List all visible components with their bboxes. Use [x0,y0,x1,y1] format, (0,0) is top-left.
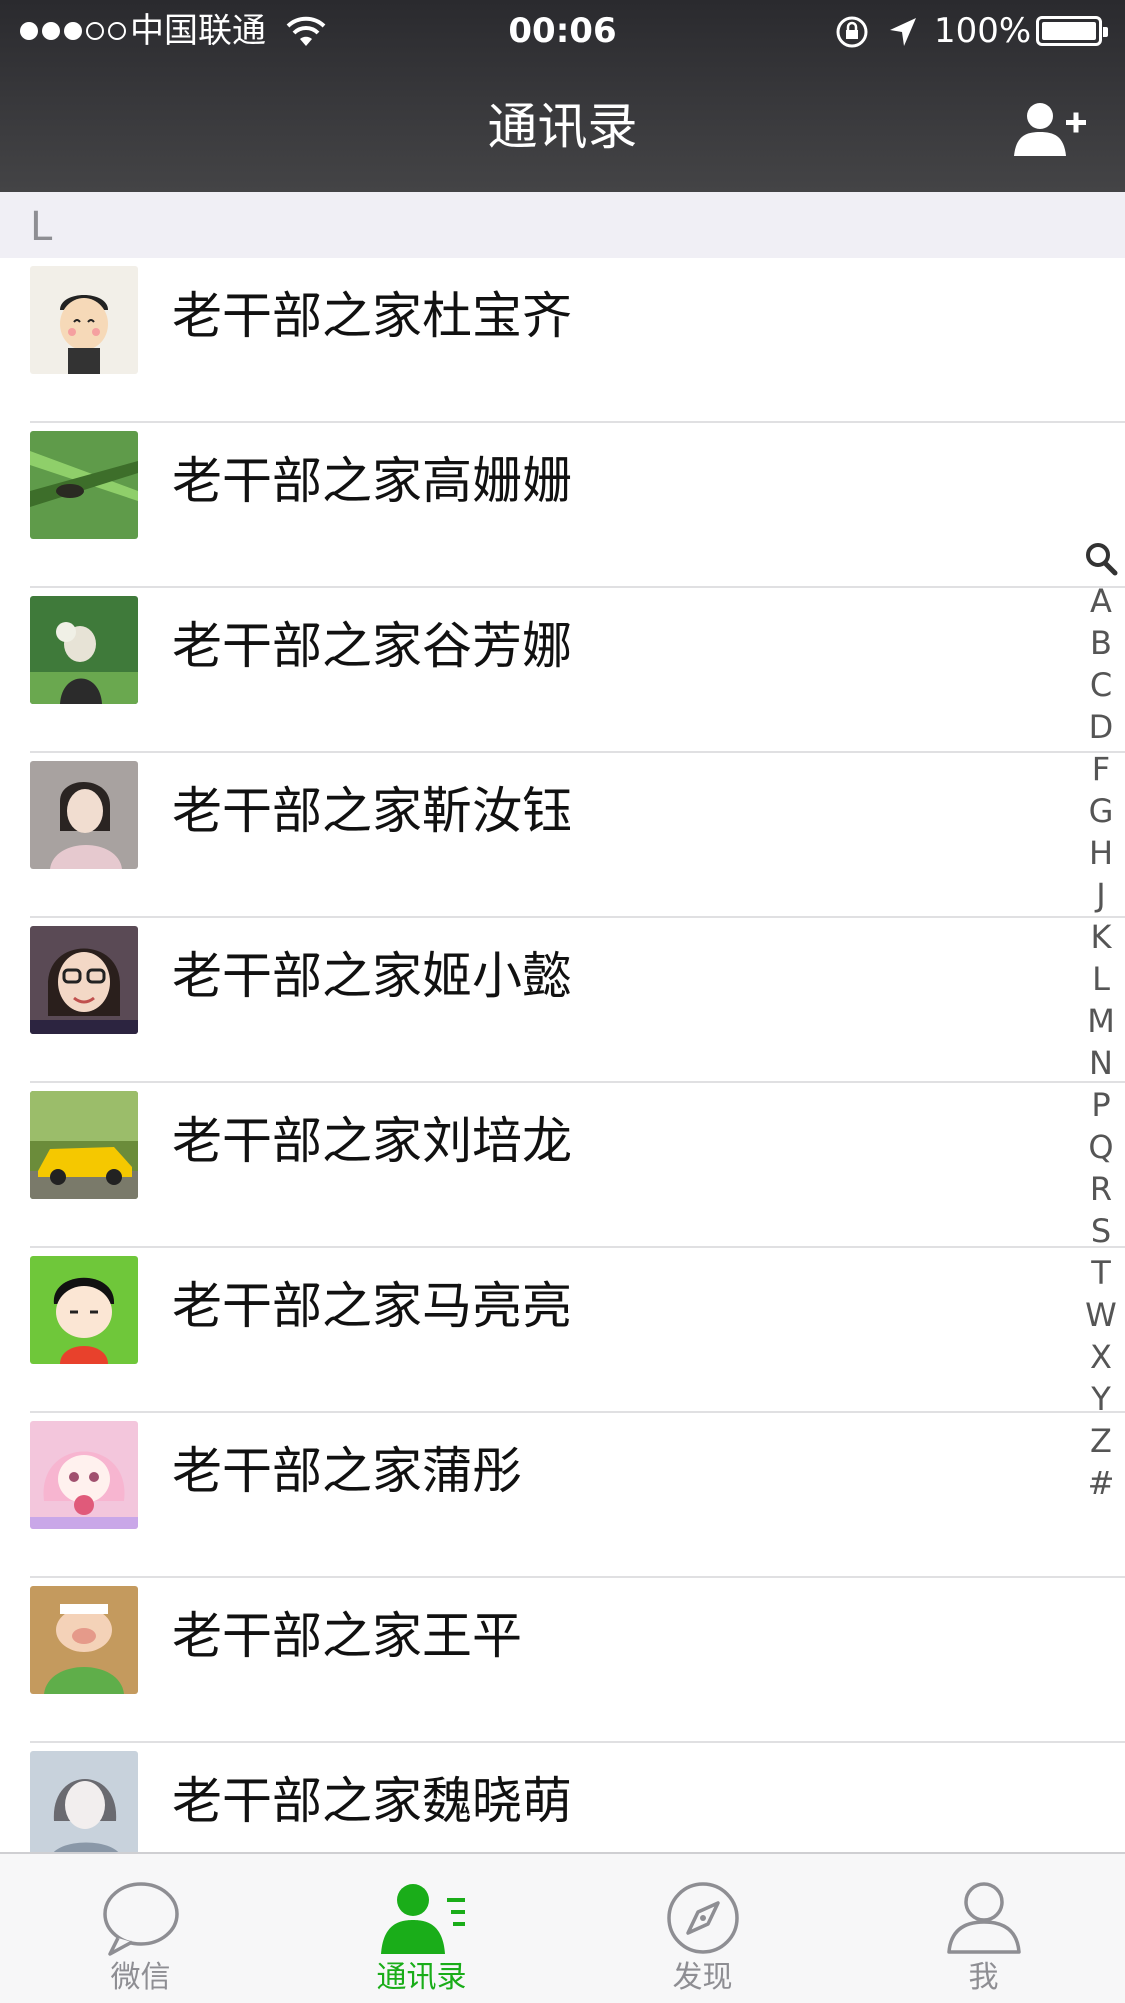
battery-percent: 100% [934,11,1032,51]
index-letter[interactable]: P [1080,1084,1122,1126]
avatar [30,761,138,869]
location-arrow-icon [890,18,916,46]
tab-discover[interactable]: 发现 [562,1854,843,2003]
tab-me[interactable]: 我 [843,1854,1124,2003]
contact-name: 老干部之家王平 [172,1607,522,1665]
index-letter[interactable]: Z [1080,1420,1122,1462]
contact-row[interactable]: 老干部之家蒲彤 [0,1413,1125,1578]
index-letter[interactable]: # [1080,1462,1122,1504]
contact-row[interactable]: 老干部之家靳汝钰 [0,753,1125,918]
add-friend-icon[interactable] [1010,98,1090,160]
index-letter[interactable]: K [1080,916,1122,958]
index-letter[interactable]: B [1080,622,1122,664]
index-letter[interactable]: C [1080,664,1122,706]
tab-label: 微信 [110,1960,171,1995]
contact-row[interactable]: 老干部之家姬小懿 [0,918,1125,1083]
index-letter[interactable]: G [1080,790,1122,832]
tab-contacts[interactable]: 通讯录 [281,1854,562,2003]
index-letter[interactable]: J [1080,874,1122,916]
contacts-icon [381,1884,465,1954]
contact-name: 老干部之家姬小懿 [172,947,572,1005]
index-letter[interactable]: H [1080,832,1122,874]
avatar [30,1421,138,1529]
avatar [30,926,138,1034]
avatar [30,1091,138,1199]
rotation-lock-icon [836,16,868,48]
top-bar: 中国联通 00:06 100% 通讯录 [0,0,1125,192]
avatar [30,1586,138,1694]
contact-name: 老干部之家蒲彤 [172,1442,522,1500]
contact-row[interactable]: 老干部之家刘培龙 [0,1083,1125,1248]
tab-bar: 微信 通讯录 发现 我 [0,1852,1125,2003]
index-letter[interactable]: N [1080,1042,1122,1084]
tab-label: 通讯录 [376,1960,467,1995]
compass-icon [667,1882,739,1954]
index-letter[interactable]: W [1080,1294,1122,1336]
contact-list: 老干部之家杜宝齐 老干部之家高姗姗 老干部之家谷芳娜 老干部之家靳汝钰 老干部之… [0,258,1125,1908]
index-letter[interactable]: X [1080,1336,1122,1378]
avatar [30,431,138,539]
index-letter[interactable]: L [1080,958,1122,1000]
contact-name: 老干部之家马亮亮 [172,1277,572,1335]
index-letter[interactable]: F [1080,748,1122,790]
tab-label: 我 [968,1960,999,1995]
contact-name: 老干部之家杜宝齐 [172,287,572,345]
tab-chats[interactable]: 微信 [0,1854,281,2003]
contact-row[interactable]: 老干部之家高姗姗 [0,423,1125,588]
battery-icon [1036,16,1108,46]
index-letter[interactable]: Y [1080,1378,1122,1420]
index-letter[interactable]: S [1080,1210,1122,1252]
contact-name: 老干部之家高姗姗 [172,452,572,510]
index-letter[interactable]: T [1080,1252,1122,1294]
status-bar: 中国联通 00:06 100% [0,0,1125,64]
index-letter[interactable]: M [1080,1000,1122,1042]
person-icon [947,1882,1021,1954]
contact-name: 老干部之家刘培龙 [172,1112,572,1170]
contact-row[interactable]: 老干部之家马亮亮 [0,1248,1125,1413]
search-icon[interactable] [1080,538,1122,580]
index-letter[interactable]: D [1080,706,1122,748]
index-letter[interactable]: Q [1080,1126,1122,1168]
avatar [30,596,138,704]
contact-row[interactable]: 老干部之家杜宝齐 [0,258,1125,423]
contact-name: 老干部之家魏晓萌 [172,1772,572,1830]
avatar [30,266,138,374]
index-letter[interactable]: A [1080,580,1122,622]
section-letter: L [30,204,53,250]
contact-name: 老干部之家谷芳娜 [172,617,572,675]
alphabet-index[interactable]: A B C D F G H J K L M N P Q R S T W X Y … [1080,538,1122,1504]
page-title: 通讯录 [487,98,638,156]
contact-row[interactable]: 老干部之家王平 [0,1578,1125,1743]
chat-bubble-icon [103,1882,179,1956]
tab-label: 发现 [672,1960,733,1995]
contact-name: 老干部之家靳汝钰 [172,782,572,840]
section-header: L [0,192,1125,258]
contact-row[interactable]: 老干部之家谷芳娜 [0,588,1125,753]
index-letter[interactable]: R [1080,1168,1122,1210]
avatar [30,1256,138,1364]
avatar [30,1751,138,1859]
